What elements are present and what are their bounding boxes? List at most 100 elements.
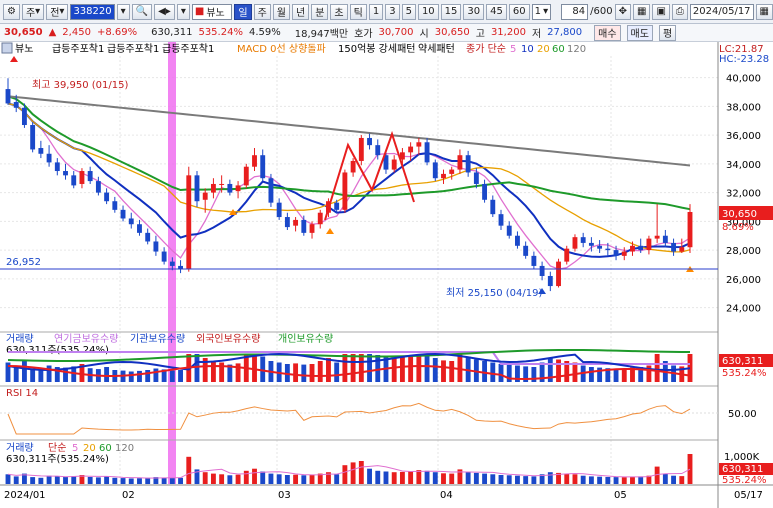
candle-body [145,232,151,242]
volume-bar [128,478,134,484]
investor-bar [399,357,405,382]
minute-select-value: 1 [534,6,541,17]
minute-3-button[interactable]: 3 [385,3,400,20]
period-day-label: 일 [238,8,248,19]
date-input[interactable]: 2024/05/17 [689,3,754,20]
period-tick-tab[interactable]: 틱 [349,3,367,20]
stock-code-input[interactable]: 338220 [70,3,115,20]
volume-bar [284,475,290,484]
candle-body [367,137,372,146]
price-tick: 24,000 [726,304,761,315]
calendar-icon[interactable]: ▦ [755,3,773,20]
volume-bar [482,473,488,484]
candle-body [531,255,537,266]
sell-button[interactable]: 매도 [626,24,653,41]
volume-bar [358,461,364,484]
volume-ma-label: 단순 [48,442,66,454]
volume-bar [564,473,570,484]
candle-body [358,137,364,161]
investor-bar [556,359,561,382]
minute-1-button[interactable]: 1 [368,3,384,20]
period-second-tab[interactable]: 초 [330,3,348,20]
print-icon[interactable]: ⎙ [671,3,688,20]
candle-body [219,183,225,185]
minute-30-button[interactable]: 30 [463,3,485,20]
candle-body [654,235,660,239]
investor-bar [169,370,175,382]
period-week-label: 주 [257,8,267,19]
volume-bar [112,477,118,484]
zoom-icon[interactable]: ▦ [633,3,651,20]
volume-bar [490,474,496,484]
volume-subtitle: 630,311주(535.24%) [6,454,109,465]
count-input[interactable]: 84 [561,3,589,20]
low-annotation: 최저 25,150 (04/19) [446,287,542,299]
candle-body [342,172,348,210]
investor-bar [621,368,627,382]
minute-45-button[interactable]: 45 [486,3,507,20]
date-axis-end: 05/17 [734,490,763,501]
stock-name-field[interactable]: ■ 뷰노 [191,3,233,20]
high-annotation: 최고 39,950 (01/15) [32,79,128,91]
volume-bar [630,476,635,484]
price-tick: 40,000 [726,74,761,85]
period-day-tab[interactable]: 일 [234,3,252,20]
candle-body [38,148,44,154]
investor-bar [350,354,356,382]
minute-15-button[interactable]: 15 [440,3,462,20]
candle-body [227,183,233,193]
stock-chart[interactable]: 뷰노 급등주포착1 급등주포착1 급등주포착1 MACD 0선 상향돌파 150… [0,42,773,508]
candle-body [350,160,356,173]
candle-body [432,162,438,179]
candle-body [95,181,101,193]
investor-bar [482,361,488,382]
investor-label-volume: 거래량 [6,333,34,345]
volume-bar [506,475,512,484]
chart-type-select[interactable]: 주 ▾ [21,3,45,20]
eval-button[interactable]: 평 [658,24,677,41]
candle-body [498,214,504,226]
candle-body [515,235,520,246]
candle-body [260,155,266,179]
candle-body [104,192,110,202]
period-week-tab[interactable]: 주 [253,3,271,20]
legend-ma60: 60 [552,44,565,55]
settings-icon[interactable]: ⚙ [3,3,20,20]
high-label: 고 [475,29,485,40]
volume-bar [30,477,36,484]
buy-button[interactable]: 매수 [594,24,621,41]
minute-10-button[interactable]: 10 [417,3,439,20]
ask-value: 30,650 [434,27,470,38]
volume-bar [580,475,586,484]
volume-bar [350,462,356,484]
prev-button[interactable]: 전 ▾ [46,3,69,20]
investor-bar [145,370,151,382]
save-icon[interactable]: ▣ [652,3,670,20]
period-month-tab[interactable]: 월 [272,3,290,20]
bid-value: 30,700 [378,27,414,38]
investor-bar [449,361,455,382]
chart-type-label: 주 [25,8,36,19]
minute-select[interactable]: 1 ▾ [531,3,552,20]
period-minute-tab[interactable]: 분 [311,3,329,20]
crosshair-icon[interactable]: ✥ [614,3,631,20]
legend-pattern: 150억봉 강세패턴 [338,43,415,55]
volume-bar [301,475,307,484]
investor-label-pension: 연기금보유수량 [54,333,118,345]
code-dropdown-icon[interactable]: ▾ [116,3,130,20]
list-icon[interactable]: ▾ [176,3,190,20]
volume-bar [391,472,397,484]
price-tick: 36,000 [726,131,761,142]
period-year-tab[interactable]: 년 [292,3,310,20]
investor-bar [137,370,142,382]
speaker-icon[interactable]: ◀▸ [154,3,175,20]
volume-label: 거래량 [6,442,34,454]
investor-bar [441,360,446,382]
volume-bar [260,471,266,484]
search-icon[interactable]: 🔍 [131,3,153,20]
minute-5-button[interactable]: 5 [401,3,416,20]
candle-body [186,175,192,269]
candle-body [564,248,570,262]
stock-name: 뷰노 [206,8,225,19]
minute-60-button[interactable]: 60 [508,3,530,20]
